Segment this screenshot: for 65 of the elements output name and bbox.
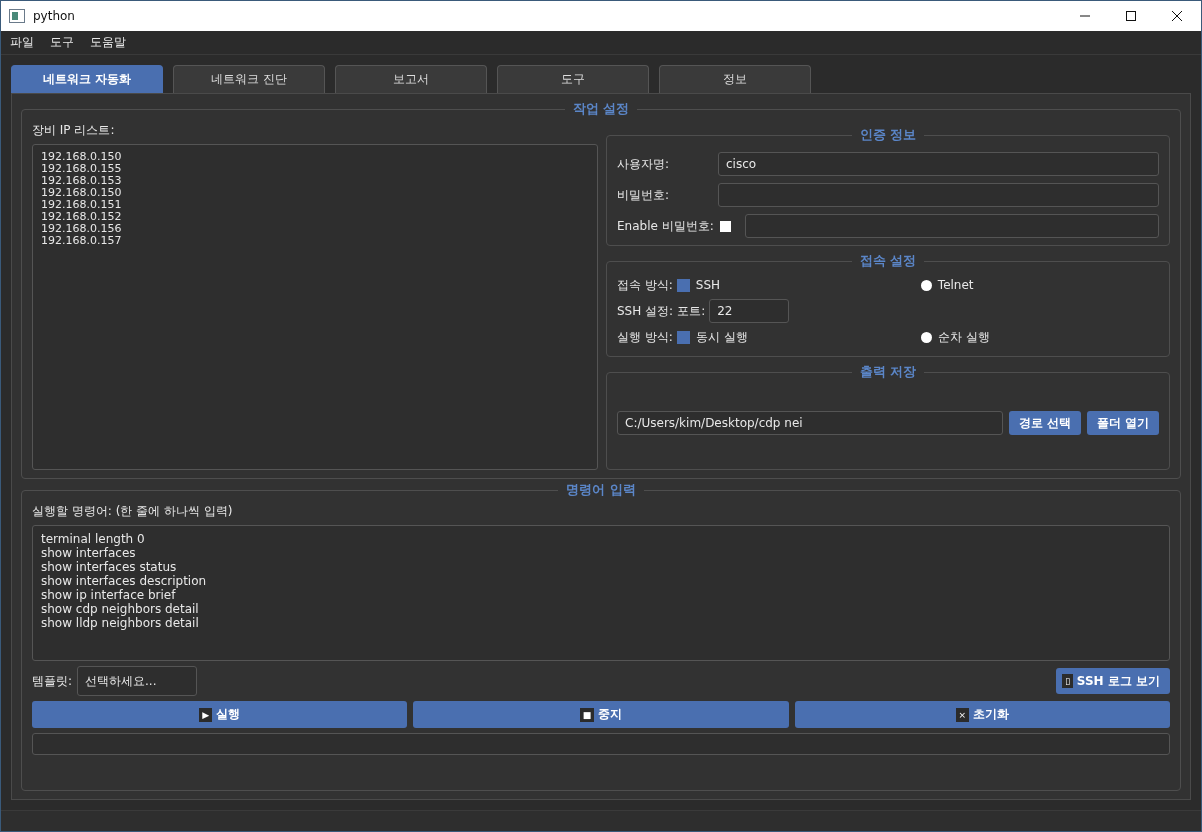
field-label: 접속 방식: — [617, 276, 673, 294]
option-label: 동시 실행 — [695, 328, 748, 346]
port-field[interactable]: 22 — [709, 299, 790, 323]
tab[interactable]: 정보 — [659, 65, 811, 93]
field-label: 포트: — [677, 302, 706, 320]
path-button[interactable]: 폴더 열기 — [1086, 411, 1159, 435]
tab[interactable]: 네트워크 진단 — [173, 65, 325, 93]
command-line: show interfaces status — [41, 560, 178, 574]
action-button[interactable]: × 초기화 — [794, 701, 1170, 728]
ip-line: 192.168.0.157 — [41, 235, 123, 247]
group-title: 작업 설정 — [571, 100, 631, 118]
field-label: SSH 설정: — [617, 302, 674, 320]
ip-line: 192.168.0.152 — [41, 211, 123, 223]
close-icon[interactable] — [1171, 10, 1183, 22]
path-field[interactable]: C:/Users/kim/Desktop/cdp nei — [617, 411, 1003, 435]
ssh-log-button[interactable]: ▯ SSH 로그 보기 — [1055, 668, 1170, 694]
password-field[interactable] — [718, 183, 1159, 207]
field-label: 실행 방식: — [617, 328, 673, 346]
ip-line: 192.168.0.156 — [41, 223, 123, 235]
group-title: 명령어 입력 — [565, 481, 637, 499]
ip-line: 192.168.0.150 — [41, 151, 123, 163]
action-button[interactable]: ■ 중지 — [413, 701, 789, 728]
option-label: Telnet — [937, 278, 974, 292]
field-label: 비밀번호: — [617, 186, 671, 204]
ip-line: 192.168.0.153 — [41, 175, 123, 187]
path-button[interactable]: 경로 선택 — [1008, 411, 1081, 435]
template-dropdown[interactable]: 선택하세요... — [77, 666, 198, 696]
enable-password-field[interactable] — [744, 214, 1159, 238]
maximize-icon[interactable] — [1125, 10, 1137, 22]
tab[interactable]: 네트워크 자동화 — [11, 65, 163, 93]
ip-line: 192.168.0.151 — [41, 199, 123, 211]
radio-button[interactable] — [676, 330, 690, 344]
window-title: python — [33, 9, 75, 23]
action-button[interactable]: ▶ 실행 — [32, 701, 408, 728]
option-label: 순차 실행 — [937, 328, 990, 346]
username-field[interactable]: cisco — [718, 152, 1159, 176]
tab[interactable]: 보고서 — [335, 65, 487, 93]
field-label: 템플릿: — [32, 672, 73, 690]
command-line: show ip interface brief — [41, 588, 177, 602]
group-title: 출력 저장 — [858, 363, 918, 381]
field-label: 장비 IP 리스트: — [32, 122, 116, 139]
checkbox[interactable] — [719, 220, 731, 232]
group-title: 인증 정보 — [858, 126, 918, 144]
ip-list-field[interactable]: 192.168.0.150 192.168.0.155 192.168.0.153 192.168.0.150 192.168.0.151 192.168.0.152 192.168.0.156 192.168.0.157 — [32, 144, 598, 470]
tab[interactable]: 도구 — [497, 65, 649, 93]
menu-item[interactable]: 도움말 — [90, 34, 126, 51]
command-line: show interfaces description — [41, 574, 208, 588]
field-label: 사용자명: — [617, 155, 671, 173]
radio-button[interactable] — [920, 331, 932, 343]
field-label: 실행할 명령어: (한 줄에 하나씩 입력) — [32, 503, 234, 520]
radio-button[interactable] — [676, 278, 690, 292]
commands-field[interactable]: terminal length 0 show interfaces show interfaces status show interfaces description show ip interface brief show cdp neighbors detail show lldp neighbors detail — [32, 525, 1170, 661]
menu-item[interactable]: 파일 — [10, 34, 34, 51]
app-icon — [9, 9, 25, 23]
menu-item[interactable]: 도구 — [50, 34, 74, 51]
field-label: Enable 비밀번호: — [617, 217, 714, 235]
radio-button[interactable] — [920, 279, 932, 291]
ip-line: 192.168.0.155 — [41, 163, 123, 175]
group-title: 접속 설정 — [858, 252, 918, 270]
option-label: SSH — [695, 278, 721, 292]
command-line: show cdp neighbors detail — [41, 602, 200, 616]
command-line: show interfaces — [41, 546, 137, 560]
command-line: show lldp neighbors detail — [41, 616, 200, 630]
ip-line: 192.168.0.150 — [41, 187, 123, 199]
command-line: terminal length 0 — [41, 532, 146, 546]
